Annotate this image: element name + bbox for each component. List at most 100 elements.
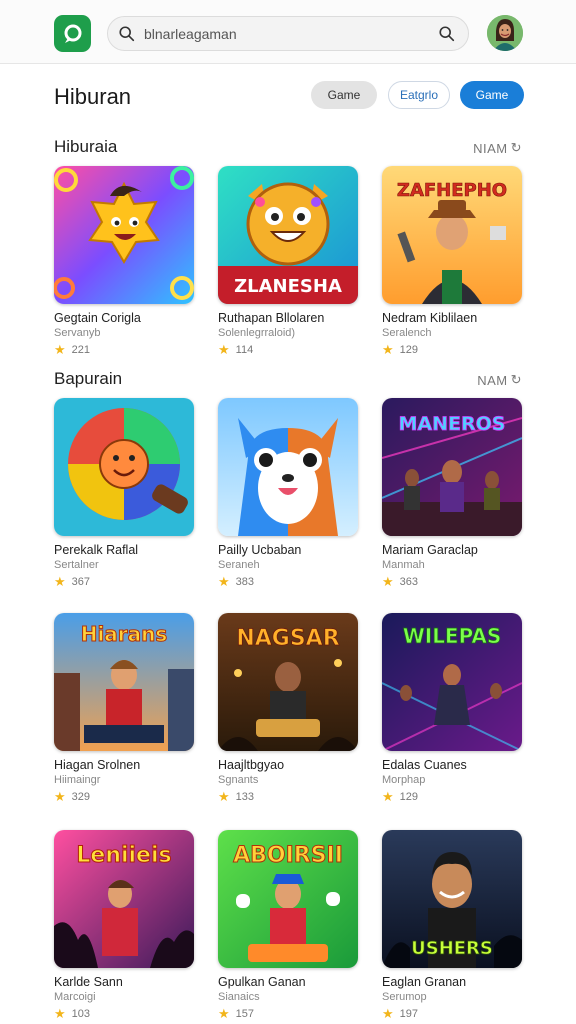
thumbnail-text: WILEPAS [403,624,502,648]
app-title: Karlde Sann [54,975,123,989]
refresh-icon: ↻ [510,372,522,387]
app-card[interactable]: Hiarans Hiagan Srolnen Hiimaingr ★ 329 [54,613,194,803]
section-title-2: Bapurain [54,369,123,388]
app-thumbnail: ZLANESHA [218,166,358,304]
section-more-link-2[interactable]: NAM ↻ [477,372,522,388]
app-card[interactable]: Perekalk Raflal Sertalner ★ 367 [54,398,194,588]
section-more-label-2: NAM [477,372,508,388]
rating-value: 383 [235,575,255,588]
app-rating: ★ 129 [382,790,522,803]
app-logo-icon[interactable] [54,15,91,52]
app-card[interactable]: ABOIRSII Gpulkan Ganan Sianaics ★ 157 [218,830,358,1020]
app-subtitle: Servanyb [54,327,101,339]
star-icon: ★ [382,1006,394,1021]
rating-value: 221 [71,343,91,356]
search-icon [119,25,135,41]
section-more-link-1[interactable]: NIAM ↻ [473,140,522,156]
filter-chip-game-active[interactable]: Game [460,81,524,109]
app-card[interactable]: ZAFHEPHO Nedram Kiblilaen Seralench ★ 129 [382,166,522,356]
app-card[interactable]: Pailly Ucbaban Seraneh ★ 383 [218,398,358,588]
section-title-1: Hiburaia [54,137,118,156]
app-thumbnail [54,166,194,304]
rating-value: 197 [399,1007,419,1020]
app-subtitle: Morphap [382,774,426,786]
app-card[interactable]: Gegtain Coriglа Servanyb ★ 221 [54,166,194,356]
app-subtitle: Sianaics [218,991,260,1003]
app-title: Eaglan Granan [382,975,467,989]
app-rating: ★ 103 [54,1007,194,1020]
app-title: Haajltbgyao [218,758,285,772]
thumbnail-text: ZAFHEPHO [397,180,507,201]
star-icon: ★ [382,342,394,357]
star-icon: ★ [218,342,230,357]
app-card[interactable]: MANEROS Mariam Garaclap Manmah ★ 363 [382,398,522,588]
thumbnail-text: NAGSAR [236,626,339,651]
app-thumbnail: NAGSAR [218,613,358,751]
app-thumbnail [218,398,358,536]
app-thumbnail: ABOIRSII [218,830,358,968]
rating-value: 129 [399,790,419,803]
app-card[interactable]: USHERS Eaglan Granan Serumop ★ 197 [382,830,522,1020]
app-subtitle: Manmah [382,559,425,571]
app-title: Edalas Cuanes [382,758,467,772]
filter-chip-game[interactable]: Game [311,81,377,109]
star-icon: ★ [54,789,66,804]
app-rating: ★ 329 [54,790,194,803]
star-icon: ★ [218,789,230,804]
app-title: Pailly Ucbaban [218,543,302,557]
app-rating: ★ 133 [218,790,358,803]
rating-value: 129 [399,343,419,356]
app-rating: ★ 363 [382,575,522,588]
search-bar[interactable] [107,16,469,51]
app-title: Ruthapan Bllolaren [218,311,325,325]
thumbnail-text: ZLANESHA [234,276,342,297]
rating-value: 133 [235,790,255,803]
app-subtitle: Sertalner [54,559,99,571]
thumbnail-text: ABOIRSII [233,843,343,868]
app-card[interactable]: NAGSAR Haajltbgyao Sgnants ★ 133 [218,613,358,803]
app-subtitle: Solenlegrraloid) [218,327,296,339]
top-bar [0,0,576,64]
search-input[interactable] [144,25,438,42]
app-title: Perekalk Raflal [54,543,139,557]
app-rating: ★ 221 [54,343,194,356]
app-thumbnail: WILEPAS [382,613,522,751]
app-title: Gpulkan Ganan [218,975,306,989]
thumbnail-text: Hiarans [81,622,168,646]
app-subtitle: Seralench [382,327,432,339]
app-title: Nedram Kiblilaen [382,311,478,325]
app-thumbnail: Hiarans [54,613,194,751]
search-submit-icon[interactable] [438,25,456,43]
rating-value: 329 [71,790,91,803]
app-subtitle: Hiimaingr [54,774,101,786]
app-title: Hiagan Srolnen [54,758,141,772]
star-icon: ★ [218,1006,230,1021]
star-icon: ★ [54,1006,66,1021]
app-subtitle: Sgnants [218,774,259,786]
app-card[interactable]: WILEPAS Edalas Cuanes Morphap ★ 129 [382,613,522,803]
app-title: Gegtain Coriglа [54,311,141,325]
section-more-label-1: NIAM [473,140,508,156]
app-subtitle: Seraneh [218,559,260,571]
star-icon: ★ [54,342,66,357]
app-thumbnail [54,398,194,536]
app-thumbnail: Leniieis [54,830,194,968]
app-rating: ★ 114 [218,343,358,356]
app-card[interactable]: ZLANESHA Ruthapan Bllolaren Solenlegrral… [218,166,358,356]
app-subtitle: Marcoigi [54,991,96,1003]
app-subtitle: Serumop [382,991,427,1003]
app-title: Mariam Garaclap [382,543,478,557]
page-title: Hiburan [54,84,132,109]
rating-value: 367 [71,575,91,588]
app-rating: ★ 367 [54,575,194,588]
user-avatar[interactable] [487,15,523,51]
app-card[interactable]: Leniieis Karlde Sann Marcoigi ★ 103 [54,830,194,1020]
star-icon: ★ [382,574,394,589]
star-icon: ★ [382,789,394,804]
app-rating: ★ 129 [382,343,522,356]
app-rating: ★ 197 [382,1007,522,1020]
app-thumbnail: MANEROS [382,398,522,536]
app-thumbnail: ZAFHEPHO [382,166,522,304]
filter-chip-category[interactable]: Eatgrlo [388,81,450,109]
app-thumbnail: USHERS [382,830,522,968]
